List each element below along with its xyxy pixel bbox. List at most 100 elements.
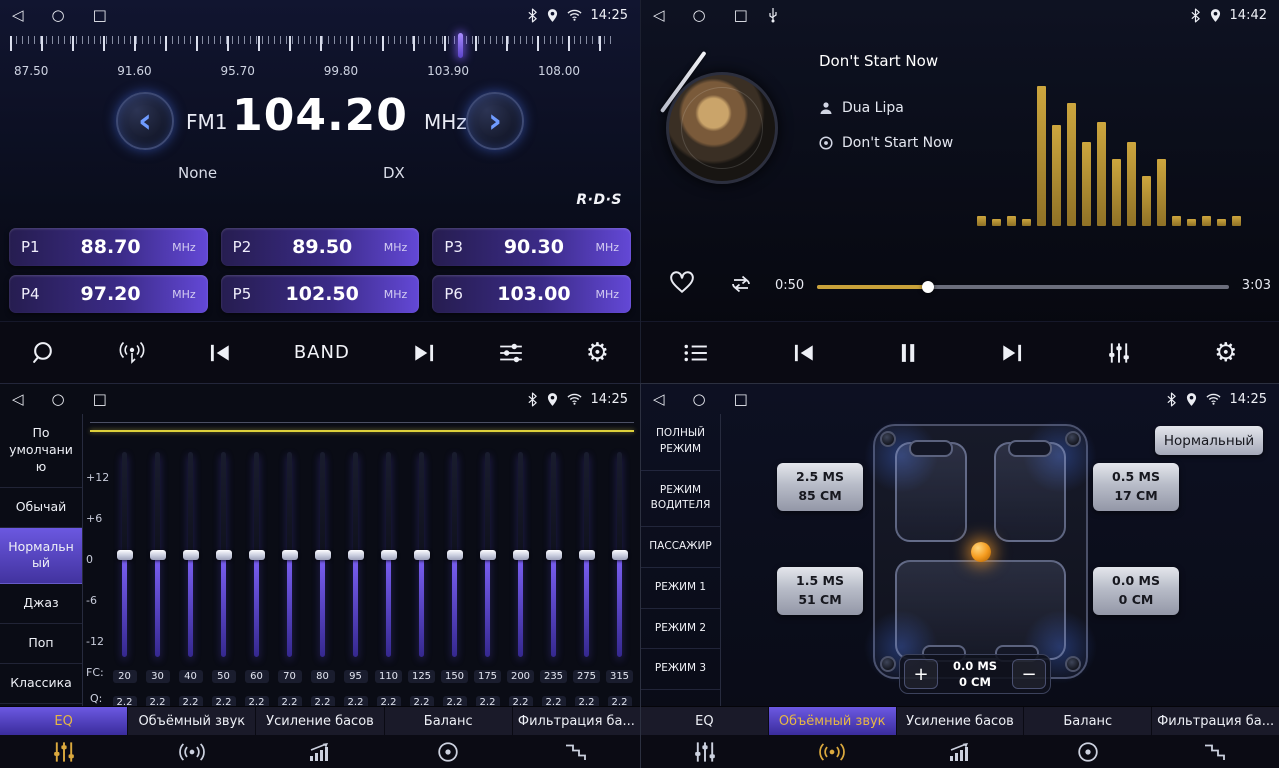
listening-position-marker[interactable] — [971, 542, 991, 562]
eq-preset-2[interactable]: Обычай — [0, 488, 82, 528]
settings-button[interactable]: ⚙ — [1214, 340, 1237, 366]
slider-handle[interactable] — [315, 550, 331, 560]
nav-home-icon[interactable]: ○ — [52, 8, 65, 23]
tab-2[interactable]: Объёмный звук — [769, 707, 897, 735]
bass-boost-tab-button[interactable] — [256, 735, 384, 768]
tab-1[interactable]: EQ — [641, 707, 769, 735]
prev-track-button[interactable] — [792, 343, 816, 363]
slider-handle[interactable] — [414, 550, 430, 560]
prev-station-button[interactable] — [208, 343, 232, 363]
position-mode-1[interactable]: ПОЛНЫЙ РЕЖИМ — [641, 414, 720, 471]
eq-band-slider[interactable] — [504, 452, 537, 657]
position-mode-2[interactable]: РЕЖИМ ВОДИТЕЛЯ — [641, 471, 720, 528]
surround-tab-button[interactable] — [769, 735, 897, 768]
slider-handle[interactable] — [183, 550, 199, 560]
playlist-button[interactable] — [683, 343, 709, 363]
scan-button[interactable] — [31, 340, 56, 365]
filter-tab-button[interactable] — [1151, 735, 1279, 768]
balance-tab-button[interactable] — [1024, 735, 1152, 768]
eq-preset-1[interactable]: По умолчанию — [0, 414, 82, 488]
aps-button[interactable] — [118, 341, 146, 365]
preset-P1[interactable]: P188.70MHz — [9, 228, 208, 266]
eq-band-slider[interactable] — [108, 452, 141, 657]
increase-delay-button[interactable]: + — [904, 659, 938, 689]
nav-back-icon[interactable]: ◁ — [653, 392, 665, 407]
tab-3[interactable]: Усиление басов — [256, 707, 384, 735]
eq-band-slider[interactable] — [438, 452, 471, 657]
balance-tab-button[interactable] — [384, 735, 512, 768]
nav-recents-icon[interactable]: □ — [93, 8, 107, 23]
slider-handle[interactable] — [150, 550, 166, 560]
repeat-button[interactable] — [727, 274, 755, 298]
eq-band-slider[interactable] — [570, 452, 603, 657]
nav-back-icon[interactable]: ◁ — [12, 8, 24, 23]
tune-up-button[interactable]: › — [466, 92, 524, 150]
preset-P6[interactable]: P6103.00MHz — [432, 275, 631, 313]
slider-handle[interactable] — [348, 550, 364, 560]
tab-5[interactable]: Фильтрация ба... — [513, 707, 640, 735]
eq-band-slider[interactable] — [207, 452, 240, 657]
favorite-button[interactable] — [669, 270, 695, 298]
slider-handle[interactable] — [216, 550, 232, 560]
slider-handle[interactable] — [381, 550, 397, 560]
preset-P3[interactable]: P390.30MHz — [432, 228, 631, 266]
nav-home-icon[interactable]: ○ — [693, 8, 706, 23]
frequency-ruler[interactable] — [10, 36, 616, 58]
nav-recents-icon[interactable]: □ — [734, 392, 748, 407]
frequency-pointer[interactable] — [458, 33, 463, 58]
nav-home-icon[interactable]: ○ — [52, 392, 65, 407]
eq-preset-5[interactable]: Поп — [0, 624, 82, 664]
eq-band-slider[interactable] — [471, 452, 504, 657]
preset-P5[interactable]: P5102.50MHz — [221, 275, 420, 313]
eq-band-slider[interactable] — [537, 452, 570, 657]
nav-back-icon[interactable]: ◁ — [12, 392, 24, 407]
position-mode-6[interactable]: РЕЖИМ 3 — [641, 649, 720, 690]
tab-4[interactable]: Баланс — [1024, 707, 1152, 735]
pause-button[interactable] — [899, 343, 917, 363]
progress-bar[interactable] — [817, 280, 1229, 294]
settings-button[interactable]: ⚙ — [586, 340, 609, 366]
bass-boost-tab-button[interactable] — [896, 735, 1024, 768]
eq-preset-6[interactable]: Классика — [0, 664, 82, 704]
eq-tab-button[interactable] — [641, 735, 769, 768]
nav-home-icon[interactable]: ○ — [693, 392, 706, 407]
tab-3[interactable]: Усиление басов — [897, 707, 1025, 735]
eq-preset-3[interactable]: Нормальный — [0, 528, 82, 585]
eq-band-slider[interactable] — [174, 452, 207, 657]
tab-5[interactable]: Фильтрация ба... — [1152, 707, 1279, 735]
position-mode-5[interactable]: РЕЖИМ 2 — [641, 609, 720, 650]
eq-tab-button[interactable] — [0, 735, 128, 768]
slider-handle[interactable] — [447, 550, 463, 560]
decrease-delay-button[interactable]: − — [1012, 659, 1046, 689]
tuner-eq-button[interactable] — [498, 342, 524, 364]
slider-handle[interactable] — [513, 550, 529, 560]
eq-preset-4[interactable]: Джаз — [0, 584, 82, 624]
next-station-button[interactable] — [412, 343, 436, 363]
position-preset-button[interactable]: Нормальный — [1155, 426, 1263, 455]
car-diagram[interactable] — [873, 424, 1088, 679]
slider-handle[interactable] — [249, 550, 265, 560]
position-mode-3[interactable]: ПАССАЖИР — [641, 527, 720, 568]
eq-band-slider[interactable] — [141, 452, 174, 657]
filter-tab-button[interactable] — [512, 735, 640, 768]
slider-handle[interactable] — [612, 550, 628, 560]
eq-band-slider[interactable] — [339, 452, 372, 657]
eq-band-slider[interactable] — [273, 452, 306, 657]
eq-band-slider[interactable] — [372, 452, 405, 657]
surround-tab-button[interactable] — [128, 735, 256, 768]
eq-band-slider[interactable] — [306, 452, 339, 657]
equalizer-button[interactable] — [1107, 341, 1131, 365]
album-art[interactable] — [666, 72, 778, 184]
nav-recents-icon[interactable]: □ — [734, 8, 748, 23]
slider-handle[interactable] — [546, 550, 562, 560]
eq-band-slider[interactable] — [405, 452, 438, 657]
position-mode-4[interactable]: РЕЖИМ 1 — [641, 568, 720, 609]
tab-4[interactable]: Баланс — [385, 707, 513, 735]
next-track-button[interactable] — [1000, 343, 1024, 363]
slider-handle[interactable] — [480, 550, 496, 560]
slider-handle[interactable] — [579, 550, 595, 560]
progress-thumb[interactable] — [922, 281, 934, 293]
eq-band-slider[interactable] — [240, 452, 273, 657]
preset-P2[interactable]: P289.50MHz — [221, 228, 420, 266]
band-button[interactable]: BAND — [294, 342, 350, 363]
